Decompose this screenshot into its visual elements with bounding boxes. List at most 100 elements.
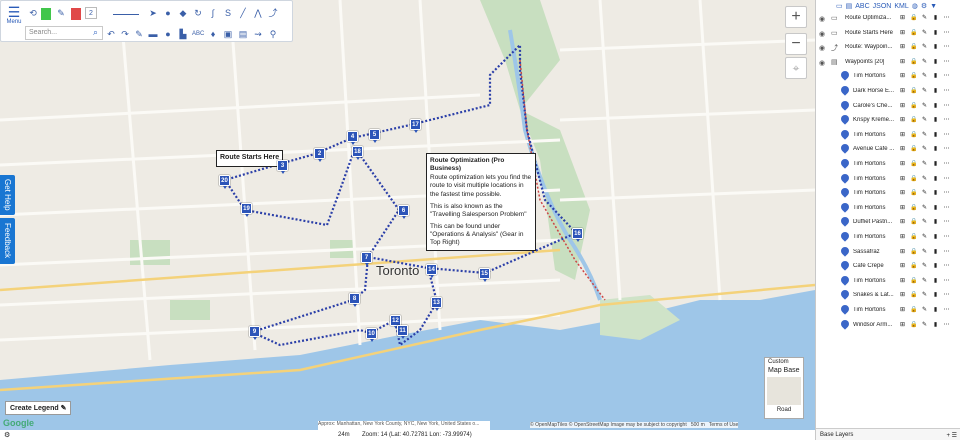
lock-icon[interactable]: 🔒 [910, 160, 917, 168]
waypoint-marker[interactable]: 10 [366, 328, 377, 342]
grid-icon[interactable]: ⊞ [899, 58, 906, 66]
edit-icon[interactable]: ✎ [921, 160, 928, 168]
new-layer-icon[interactable]: ▭ [836, 2, 843, 10]
lock-icon[interactable]: 🔒 [910, 262, 917, 270]
lock-icon[interactable]: 🔒 [910, 248, 917, 256]
edit-icon[interactable]: ✎ [921, 14, 928, 22]
layer-row[interactable]: Dark Horse E... ⊞ 🔒 ✎ ▮ ⋯ [816, 84, 960, 99]
grid-icon[interactable]: ⊞ [899, 175, 906, 183]
delete-icon[interactable]: ▮ [932, 14, 939, 22]
polyline-icon[interactable]: ⋀ [252, 7, 264, 19]
waypoint-marker[interactable]: 5 [369, 129, 380, 143]
delete-icon[interactable]: ▮ [932, 321, 939, 329]
edit-icon[interactable]: ✎ [921, 58, 928, 66]
zoom-out-button[interactable]: − [785, 33, 807, 55]
layer-row[interactable]: Windsor Arm... ⊞ 🔒 ✎ ▮ ⋯ [816, 317, 960, 333]
waypoint-marker[interactable]: 19 [241, 203, 252, 217]
zoom-in-button[interactable]: + [785, 6, 807, 28]
waypoint-marker[interactable]: 16 [572, 228, 583, 242]
grid-icon[interactable]: ⊞ [899, 145, 906, 153]
route-icon[interactable]: ⤴ [267, 7, 279, 19]
grid-icon[interactable]: ⊞ [899, 87, 906, 95]
lock-icon[interactable]: 🔒 [910, 14, 917, 22]
terms-link[interactable]: Terms of Use [709, 422, 738, 428]
lock-icon[interactable]: 🔒 [910, 102, 917, 110]
grid-icon[interactable]: ⊞ [899, 262, 906, 270]
more-icon[interactable]: ⋯ [943, 29, 950, 37]
layer-row[interactable]: Tim Hortons ⊞ 🔒 ✎ ▮ ⋯ [816, 230, 960, 245]
layer-row[interactable]: Snakes & Lat... ⊞ 🔒 ✎ ▮ ⋯ [816, 288, 960, 303]
more-icon[interactable]: ⋯ [943, 131, 950, 139]
edit-icon[interactable]: ✎ [921, 43, 928, 51]
grid-icon[interactable]: ⊞ [899, 218, 906, 226]
lock-icon[interactable]: 🔒 [910, 43, 917, 51]
layer-row[interactable]: Avenue Cafe ... ⊞ 🔒 ✎ ▮ ⋯ [816, 142, 960, 157]
cube-icon[interactable]: ▣ [222, 28, 234, 40]
curve-icon[interactable]: S [222, 7, 234, 19]
grid-icon[interactable]: ⊞ [899, 29, 906, 37]
more-icon[interactable]: ⋯ [943, 204, 950, 212]
grid-icon[interactable]: ⊞ [899, 116, 906, 124]
delete-icon[interactable]: ▮ [932, 145, 939, 153]
edit-icon[interactable]: ✎ [921, 102, 928, 110]
grid-icon[interactable]: ⊞ [899, 14, 906, 22]
layer-row[interactable]: Tim Hortons ⊞ 🔒 ✎ ▮ ⋯ [816, 69, 960, 84]
lock-icon[interactable]: 🔒 [910, 175, 917, 183]
json-export-label[interactable]: JSON [873, 3, 892, 10]
delete-icon[interactable]: ▮ [932, 116, 939, 124]
more-icon[interactable]: ⋯ [943, 58, 950, 66]
lock-icon[interactable]: 🔒 [910, 306, 917, 314]
edit-icon[interactable]: ✎ [921, 189, 928, 197]
layer-row[interactable]: Sassafraz ⊞ 🔒 ✎ ▮ ⋯ [816, 244, 960, 260]
abc-export-label[interactable]: ABC [855, 3, 869, 10]
grid-icon[interactable]: ⊞ [899, 233, 906, 241]
more-icon[interactable]: ⋯ [943, 160, 950, 168]
edit-icon[interactable]: ✎ [921, 306, 928, 314]
edit-icon[interactable]: ✎ [921, 262, 928, 270]
layer-row[interactable]: ◉ ▭ Route Starts Here ⊞ 🔒 ✎ ▮ ⋯ [816, 27, 960, 41]
delete-icon[interactable]: ▮ [932, 102, 939, 110]
edit-icon[interactable]: ✎ [921, 321, 928, 329]
waypoint-marker[interactable]: 13 [431, 297, 442, 311]
layer-row[interactable]: Cafe Crepe ⊞ 🔒 ✎ ▮ ⋯ [816, 259, 960, 274]
delete-icon[interactable]: ▮ [932, 87, 939, 95]
lock-icon[interactable]: 🔒 [910, 321, 917, 329]
more-icon[interactable]: ⋯ [943, 248, 950, 256]
lock-icon[interactable]: 🔒 [910, 145, 917, 153]
stroke-color-swatch[interactable] [71, 8, 81, 20]
edit-icon[interactable]: ✎ [921, 29, 928, 37]
grid-icon[interactable]: ⊞ [899, 131, 906, 139]
layer-row[interactable]: Tim Hortons ⊞ 🔒 ✎ ▮ ⋯ [816, 171, 960, 187]
map-canvas[interactable]: Toronto Route Starts Here Route Optimiza… [0, 0, 815, 430]
more-icon[interactable]: ⋯ [943, 145, 950, 153]
delete-icon[interactable]: ▮ [932, 248, 939, 256]
waypoint-marker[interactable]: 4 [347, 131, 358, 145]
kml-export-label[interactable]: KML [894, 3, 908, 10]
delete-icon[interactable]: ▮ [932, 29, 939, 37]
filter-icon[interactable]: ▼ [930, 3, 937, 10]
lock-icon[interactable]: 🔒 [910, 277, 917, 285]
redo-icon[interactable]: ↷ [119, 28, 131, 40]
more-icon[interactable]: ⋯ [943, 87, 950, 95]
fill-color-swatch[interactable] [41, 8, 51, 20]
line-icon[interactable]: ╱ [237, 7, 249, 19]
grid-icon[interactable]: ⊞ [899, 291, 906, 299]
visibility-eye-icon[interactable]: ◉ [819, 44, 825, 52]
more-icon[interactable]: ⋯ [943, 262, 950, 270]
pencil-icon[interactable]: ✎ [133, 28, 145, 40]
visibility-eye-icon[interactable]: ◉ [819, 30, 825, 38]
edit-icon[interactable]: ✎ [921, 204, 928, 212]
delete-icon[interactable]: ▮ [932, 262, 939, 270]
rectangle-icon[interactable]: ▬ [147, 28, 159, 40]
search-icon[interactable]: ⌕ [93, 27, 98, 38]
lock-icon[interactable]: 🔒 [910, 29, 917, 37]
waypoint-marker[interactable]: 18 [352, 146, 363, 160]
layer-row[interactable]: Carole's Che... ⊞ 🔒 ✎ ▮ ⋯ [816, 98, 960, 114]
lock-icon[interactable]: 🔒 [910, 131, 917, 139]
layer-row[interactable]: Tim Hortons ⊞ 🔒 ✎ ▮ ⋯ [816, 274, 960, 289]
visibility-eye-icon[interactable]: ◉ [819, 15, 825, 23]
eraser-icon[interactable]: ◆ [177, 7, 189, 19]
basemap-switcher[interactable]: Custom Map Base Road [764, 357, 804, 419]
pointer-icon[interactable]: ➤ [147, 7, 159, 19]
waypoint-marker[interactable]: 17 [410, 119, 421, 133]
